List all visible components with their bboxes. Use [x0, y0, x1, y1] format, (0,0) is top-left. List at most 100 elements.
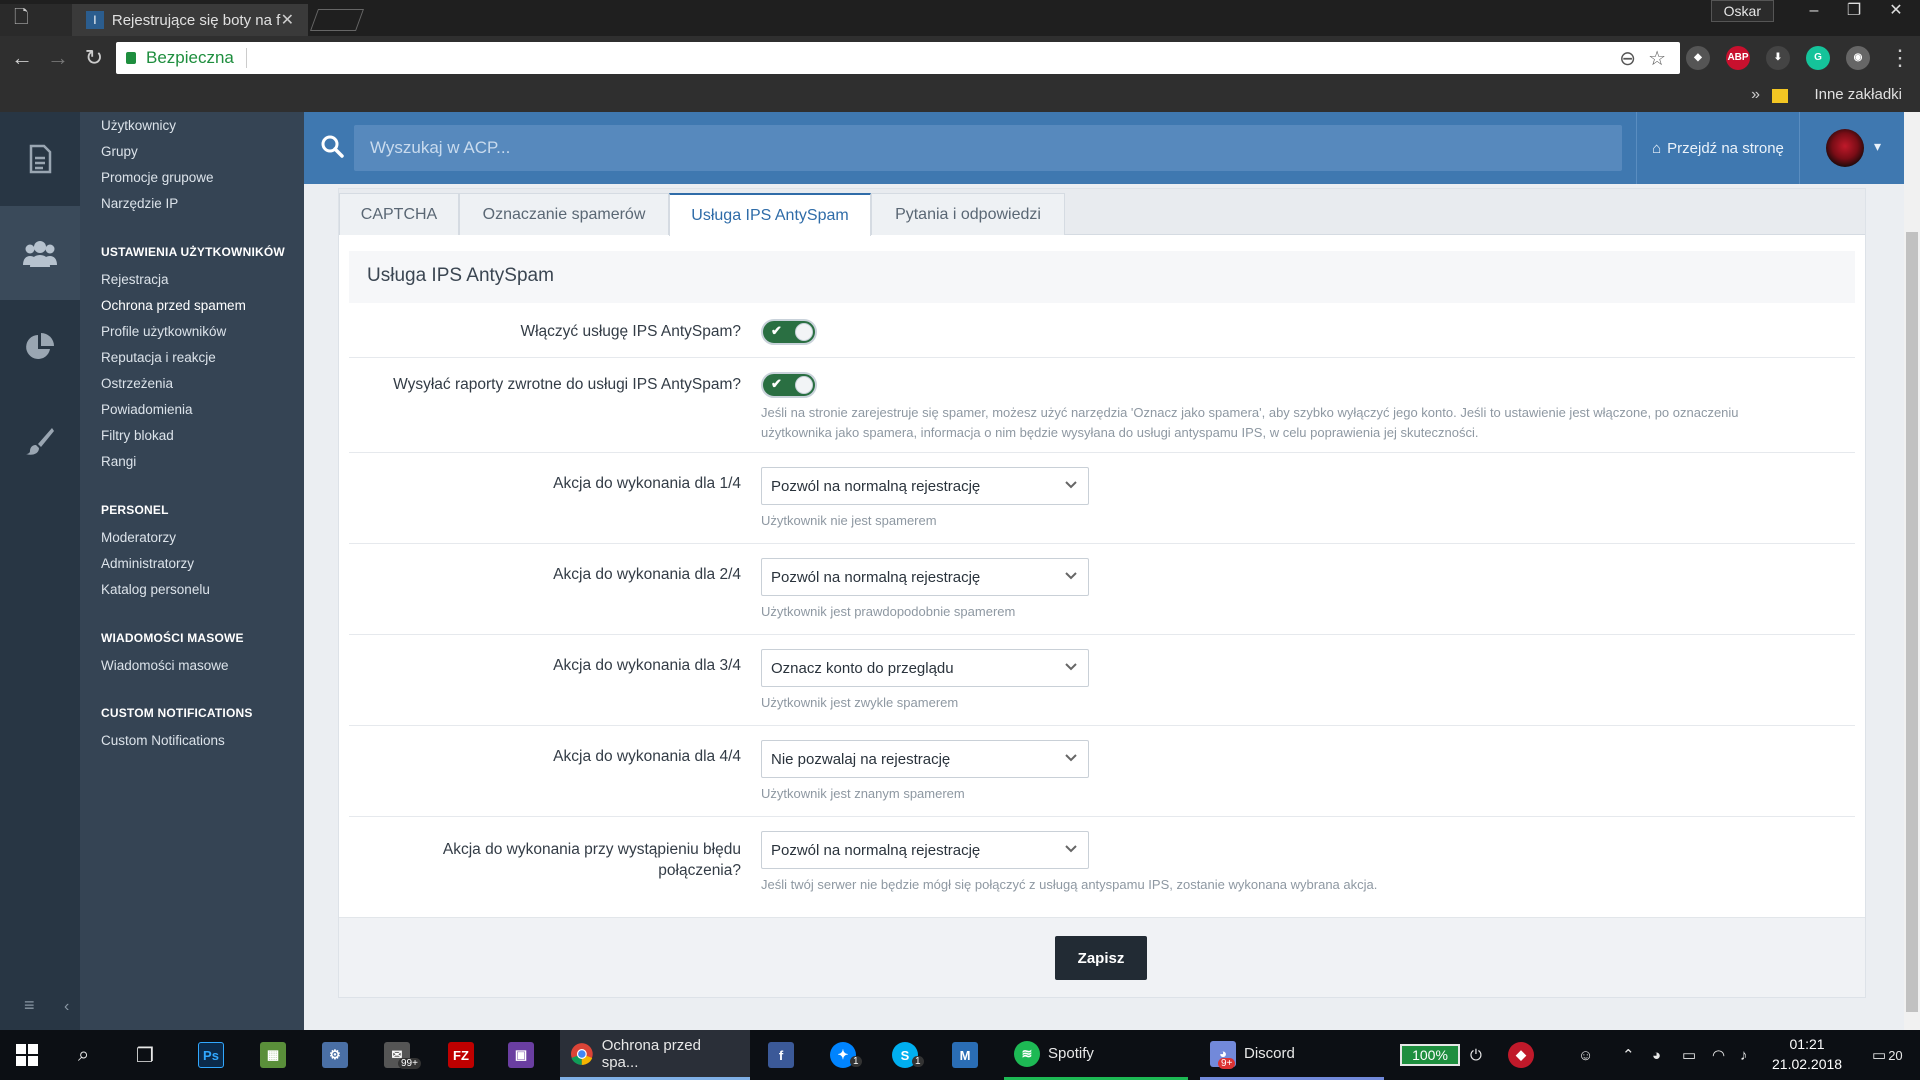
wifi-icon[interactable]: ◠	[1712, 1030, 1725, 1080]
sidebar-item-custom-notifications[interactable]: Custom Notifications	[101, 733, 225, 748]
sidebar-item-profiles[interactable]: Profile użytkowników	[101, 324, 226, 339]
grammarly-icon[interactable]: G	[1806, 46, 1830, 70]
other-bookmarks-link[interactable]: Inne zakładki	[1814, 86, 1902, 103]
battery-indicator[interactable]: 100%	[1400, 1044, 1460, 1066]
taskbar-mail[interactable]: ✉ 99+	[384, 1030, 421, 1080]
zoom-icon[interactable]: ⊖	[1619, 46, 1636, 71]
acp-search-input[interactable]	[354, 125, 1622, 171]
bookmarks-overflow-icon[interactable]: »	[1751, 86, 1760, 104]
taskbar-network-tool[interactable]: ⚙	[322, 1030, 348, 1080]
address-bar[interactable]: Bezpieczna ⊖ ☆	[116, 42, 1680, 74]
action-3-select[interactable]: Oznacz konto do przeglądu	[761, 649, 1089, 687]
sidebar-item-registration[interactable]: Rejestracja	[101, 272, 169, 287]
extension-puzzle-icon[interactable]: ◆	[1686, 46, 1710, 70]
action-2-select[interactable]: Pozwól na normalną rejestrację	[761, 558, 1089, 596]
chrome-menu-icon[interactable]: ⋮	[1886, 44, 1914, 72]
adblock-icon[interactable]: ABP	[1726, 46, 1750, 70]
sidebar-heading-staff: PERSONEL	[101, 503, 169, 517]
chevron-down-icon[interactable]: ▾	[1874, 138, 1881, 155]
tray-expand-icon[interactable]: ⌃	[1622, 1030, 1635, 1080]
send-reports-toggle[interactable]: ✔	[761, 372, 817, 398]
new-tab-button[interactable]	[309, 9, 365, 31]
close-window-icon[interactable]: ✕	[1880, 0, 1912, 22]
people-icon[interactable]: ☺	[1578, 1030, 1593, 1080]
hamburger-icon[interactable]: ≡	[24, 995, 35, 1016]
sidebar-item-ip-tool[interactable]: Narzędzie IP	[101, 196, 178, 211]
sidebar-item-notifications[interactable]: Powiadomienia	[101, 402, 193, 417]
task-view-icon[interactable]: ❐	[136, 1030, 154, 1080]
browser-toolbar: ← → ↻ Bezpieczna ⊖ ☆ ◆ ABP ⬇ G ◉ ⋮	[0, 36, 1920, 80]
taskbar-messenger[interactable]: ✦ 1	[830, 1030, 862, 1080]
save-button[interactable]: Zapisz	[1055, 936, 1147, 980]
sidebar-item-administrators[interactable]: Administratorzy	[101, 556, 194, 571]
action-1-select[interactable]: Pozwól na normalną rejestrację	[761, 467, 1089, 505]
download-icon[interactable]: ⬇	[1766, 46, 1790, 70]
taskbar-spotify[interactable]: ≋ Spotify	[1004, 1030, 1188, 1080]
close-tab-icon[interactable]: ✕	[281, 10, 294, 30]
sidebar-item-reputation[interactable]: Reputacja i reakcje	[101, 350, 216, 365]
enable-antispam-toggle[interactable]: ✔	[761, 319, 817, 345]
battery-tray-icon[interactable]: ▭	[1682, 1030, 1696, 1080]
discord-tray-icon[interactable]: ◕	[1652, 1030, 1661, 1080]
nav-members[interactable]	[0, 206, 80, 300]
nav-customization[interactable]	[0, 394, 80, 488]
avatar[interactable]	[1826, 129, 1864, 167]
document-icon	[29, 144, 52, 174]
taskbar-filezilla[interactable]: FZ	[448, 1030, 474, 1080]
nav-stats[interactable]	[0, 300, 80, 394]
sidebar-item-ban-filters[interactable]: Filtry blokad	[101, 428, 174, 443]
back-icon[interactable]: ←	[8, 44, 36, 72]
folder-icon	[1772, 89, 1788, 103]
sidebar-heading-member-settings: USTAWIENIA UŻYTKOWNIKÓW	[101, 245, 285, 259]
taskbar-discord[interactable]: ◕ 9+ Discord	[1200, 1030, 1384, 1080]
error-action-select[interactable]: Pozwól na normalną rejestrację	[761, 831, 1089, 869]
taskbar-photoshop[interactable]: Ps	[198, 1030, 224, 1080]
camera-icon[interactable]: ◉	[1846, 46, 1870, 70]
sidebar-item-spam-prevention[interactable]: Ochrona przed spamem	[101, 298, 246, 313]
taskbar-chrome[interactable]: Ochrona przed spa...	[560, 1030, 750, 1080]
search-icon[interactable]: ⌕	[78, 1030, 89, 1080]
profile-name-button[interactable]: Oskar	[1710, 0, 1774, 22]
nav-content[interactable]	[0, 112, 80, 206]
reload-icon[interactable]: ↻	[80, 44, 108, 72]
browser-tab-active[interactable]: I Rejestrujące się boty na f ✕	[72, 4, 308, 36]
tab-spammer-flagging[interactable]: Oznaczanie spamerów	[459, 193, 669, 235]
restore-icon[interactable]: ❐	[1838, 0, 1870, 22]
taskbar-video-editor[interactable]: M	[952, 1030, 978, 1080]
sidebar-item-warnings[interactable]: Ostrzeżenia	[101, 376, 173, 391]
error-action-label: Akcja do wykonania przy wystąpieniu błęd…	[361, 839, 741, 881]
row-send-reports: Wysyłać raporty zwrotne do usługi IPS An…	[349, 358, 1855, 453]
bookmark-star-icon[interactable]: ☆	[1648, 46, 1666, 71]
page-scrollbar[interactable]	[1904, 112, 1920, 1030]
acp-primary-nav	[0, 112, 80, 1030]
collapse-sidebar-icon[interactable]: ‹	[64, 998, 69, 1016]
taskbar-game[interactable]: ▣	[508, 1030, 534, 1080]
page-icon-tab[interactable]: 🗋	[0, 4, 72, 36]
tab-questions-answers[interactable]: Pytania i odpowiedzi	[871, 193, 1065, 235]
select-value: Oznacz konto do przeglądu	[771, 660, 954, 677]
sidebar-item-group-promotions[interactable]: Promocje grupowe	[101, 170, 214, 185]
taskbar-red-app[interactable]: ◆	[1508, 1030, 1534, 1080]
sidebar-item-moderators[interactable]: Moderatorzy	[101, 530, 176, 545]
go-to-site-link[interactable]: ⌂ Przejdź na stronę	[1636, 112, 1800, 184]
minimize-icon[interactable]: –	[1798, 0, 1830, 22]
taskbar-minecraft[interactable]: ▦	[260, 1030, 286, 1080]
sidebar-item-ranks[interactable]: Rangi	[101, 454, 136, 469]
sidebar-item-staff-directory[interactable]: Katalog personelu	[101, 582, 210, 597]
sidebar-item-groups[interactable]: Grupy	[101, 144, 138, 159]
acp-sidebar: Użytkownicy Grupy Promocje grupowe Narzę…	[24, 112, 304, 1030]
scrollbar-thumb[interactable]	[1906, 232, 1918, 1012]
row-connection-error-action: Akcja do wykonania przy wystąpieniu błęd…	[349, 817, 1855, 917]
volume-icon[interactable]: ♪	[1740, 1030, 1748, 1080]
forward-icon[interactable]: →	[44, 44, 72, 72]
tab-captcha[interactable]: CAPTCHA	[339, 193, 459, 235]
sidebar-item-bulk-mail[interactable]: Wiadomości masowe	[101, 658, 229, 673]
taskbar-skype[interactable]: S 1	[892, 1030, 924, 1080]
action-center-button[interactable]: ▭ 20	[1872, 1030, 1903, 1080]
taskbar-facebook[interactable]: f	[768, 1030, 794, 1080]
start-button[interactable]	[16, 1030, 38, 1080]
tab-ips-antispam[interactable]: Usługa IPS AntySpam	[669, 193, 871, 236]
action-4-select[interactable]: Nie pozwalaj na rejestrację	[761, 740, 1089, 778]
system-clock[interactable]: 01:21 21.02.2018	[1772, 1034, 1842, 1074]
sidebar-item-members[interactable]: Użytkownicy	[101, 118, 176, 133]
